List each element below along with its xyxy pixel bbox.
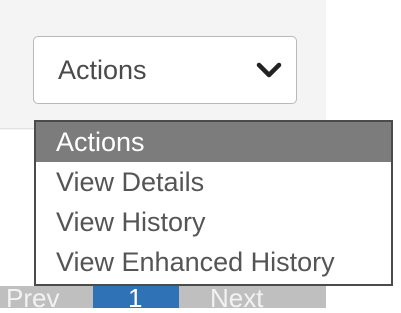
pager-page-button[interactable]: 1 [93,286,179,308]
option-view-details[interactable]: View Details [36,162,391,202]
pager-page-number: 1 [128,286,143,308]
option-view-enhanced-history[interactable]: View Enhanced History [36,242,391,282]
pager-next-button[interactable]: Next [210,283,263,313]
option-view-history[interactable]: View History [36,202,391,242]
actions-select[interactable]: Actions [33,36,297,104]
pager-prev-button[interactable]: Prev [6,283,59,313]
chevron-down-icon [256,62,282,78]
actions-dropdown-list: Actions View Details View History View E… [34,120,393,286]
actions-select-value: Actions [58,55,147,85]
option-actions[interactable]: Actions [36,122,391,162]
